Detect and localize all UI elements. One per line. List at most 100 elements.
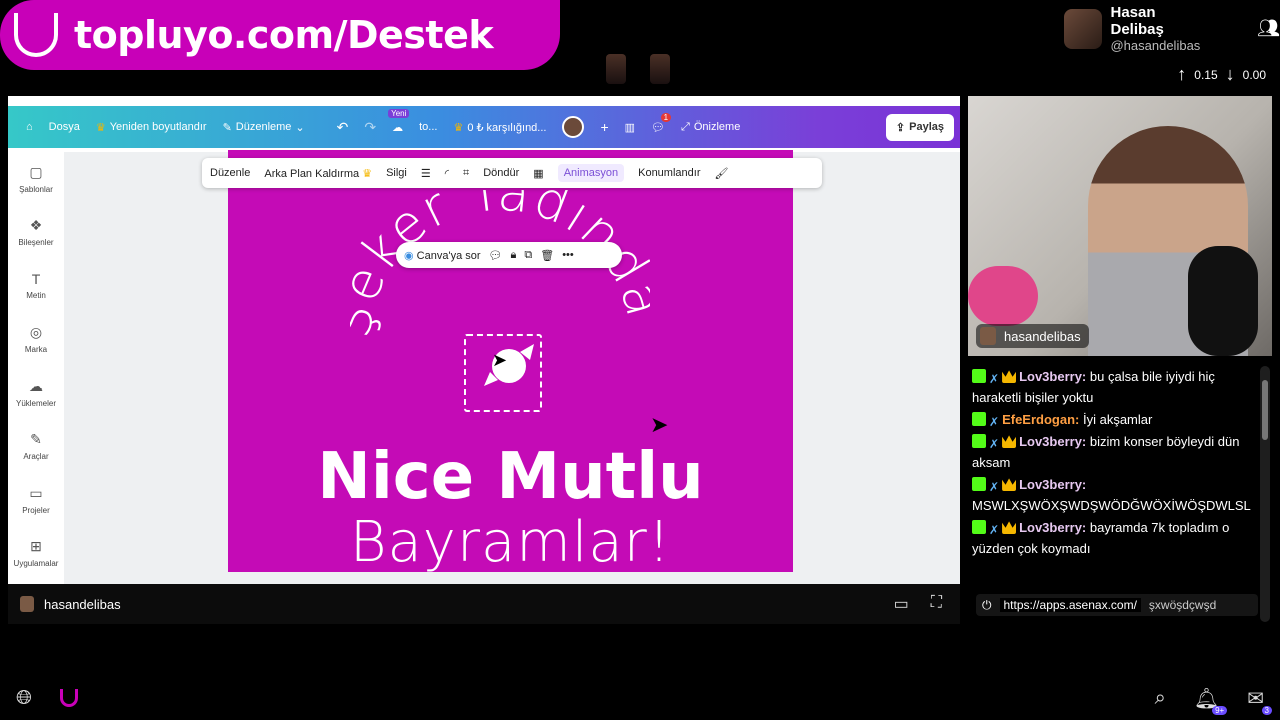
bottom-bar: 🌐︎ ⌕ 🔔︎ 9+ ✉ 3 <box>0 676 1280 720</box>
sword-badge-icon: ✗ <box>989 437 1000 451</box>
chat-scroll-thumb[interactable] <box>1262 380 1268 440</box>
chat-link-row[interactable]: ⏻ https://apps.asenax.com/ şxwöşdçwşd <box>976 594 1258 616</box>
text-icon: T <box>31 271 41 288</box>
corner-icon[interactable]: ◜ <box>445 167 449 180</box>
crown-badge-icon <box>1002 478 1017 491</box>
streamer-info[interactable]: Hasan Delibaş @hasandelibas 👥︎ <box>1064 4 1280 53</box>
credit-offer-label: 0 ₺ karşılığınd... <box>467 121 547 134</box>
tool-animation[interactable]: Animasyon <box>557 164 625 182</box>
sword-badge-icon: ✗ <box>989 372 1000 386</box>
sidebar-item[interactable]: ❖ Bileşenler <box>8 206 64 260</box>
comment-icon[interactable]: 💬︎ 1 <box>643 112 673 134</box>
sword-badge-icon: ✗ <box>989 480 1000 494</box>
mail-icon[interactable]: ✉ 3 <box>1247 686 1272 715</box>
webcam-feed <box>968 96 1272 356</box>
globe-icon[interactable]: 🌐︎ <box>16 687 32 710</box>
redo-icon[interactable]: ↷ <box>356 119 384 136</box>
crown-icon: ♛ <box>453 121 464 134</box>
mail-count: 3 <box>1261 705 1272 715</box>
chat-username[interactable]: EfeErdogan: <box>1002 412 1079 427</box>
bell-icon[interactable]: 🔔︎ 9+ <box>1194 686 1228 715</box>
comment-add-icon[interactable]: 💬︎ <box>489 249 503 262</box>
cursor-icon: ➤ <box>650 412 669 437</box>
chat-link-url[interactable]: https://apps.asenax.com/ <box>999 598 1141 612</box>
collaborator-avatar[interactable] <box>554 116 592 138</box>
sidebar-item-label: Marka <box>24 345 48 355</box>
chat-username[interactable]: Lov3berry: <box>1019 434 1086 449</box>
tool-edit[interactable]: Düzenle <box>210 167 250 179</box>
users-icon[interactable]: 👥︎ <box>1257 18 1280 39</box>
menu-editing[interactable]: ✎ Düzenleme ⌄ <box>215 121 313 134</box>
credit-offer[interactable]: ♛ 0 ₺ karşılığınd... <box>445 121 554 134</box>
arrow-down-icon: ↓ <box>1225 64 1235 84</box>
pencil-icon: ✎ <box>222 121 232 134</box>
brand-icon: ◎ <box>29 324 43 341</box>
pip-icon[interactable]: ▭ <box>894 594 909 614</box>
sidebar-item[interactable]: ▢ Şablonlar <box>8 152 64 206</box>
tool-bg-remove[interactable]: Arka Plan Kaldırma ♛ <box>264 167 372 180</box>
transparency-icon[interactable]: ▦ <box>533 167 543 180</box>
smile-logo-icon[interactable] <box>60 689 78 707</box>
menu-resize-label: Yeniden boyutlandır <box>109 121 207 133</box>
crop-icon[interactable]: ⌗ <box>463 167 469 180</box>
ask-canva-button[interactable]: ◉ Canva'ya sor <box>404 249 481 262</box>
canva-topbar: ⌂ Dosya ♛ Yeniden boyutlandır ✎ Düzenleme ⌄… <box>8 106 960 148</box>
sidebar-item-label: Şablonlar <box>19 184 53 194</box>
canva-sidebar: ▢ Şablonlar ❖ Bileşenler T Metin ◎ Marka ☁ Yüklem… <box>8 152 64 584</box>
selection-box[interactable] <box>464 334 542 412</box>
promo-banner: topluyo.com/Destek <box>0 0 560 70</box>
sidebar-item-label: Bileşenler <box>18 238 54 248</box>
pink-object <box>968 266 1038 326</box>
sidebar-item-label: Metin <box>26 291 46 301</box>
tool-position[interactable]: Konumlandır <box>638 167 700 179</box>
share-button[interactable]: ⇪ Paylaş <box>885 113 954 141</box>
owner-avatar <box>20 596 34 612</box>
undo-icon[interactable]: ↶ <box>329 119 357 136</box>
kick-badge-icon <box>972 477 986 491</box>
sidebar-item[interactable]: ▭ Projeler <box>8 473 64 527</box>
chat-username[interactable]: Lov3berry: <box>1019 520 1086 535</box>
cloud-save-icon[interactable]: ☁ Yeni <box>384 108 411 134</box>
folder-icon: ▭ <box>29 484 43 501</box>
sidebar-item[interactable]: ☁ Yüklemeler <box>8 366 64 420</box>
home-icon[interactable]: ⌂ <box>8 121 41 133</box>
smile-logo-icon <box>14 13 58 57</box>
new-badge: Yeni <box>388 108 410 118</box>
chat-username[interactable]: Lov3berry: <box>1019 477 1086 492</box>
chat-username[interactable]: Lov3berry: <box>1019 369 1086 384</box>
sidebar-item[interactable]: ✎ Araçlar <box>8 420 64 474</box>
search-icon[interactable]: ⌕ <box>1155 687 1166 710</box>
bell-count: 9+ <box>1212 705 1228 715</box>
sidebar-item[interactable]: ⊞ Uygulamalar <box>8 527 64 581</box>
project-title[interactable]: to... <box>411 121 445 133</box>
lock-icon[interactable]: 🔒︎ <box>511 249 517 262</box>
duplicate-icon[interactable]: ⧉ <box>524 249 532 262</box>
chart-icon[interactable]: ▥ <box>617 121 643 134</box>
fullscreen-icon[interactable]: ⛶ <box>931 594 942 614</box>
tool-rotate[interactable]: Döndür <box>483 167 519 179</box>
streamer-avatar[interactable] <box>1064 8 1103 49</box>
viewer-thumbnails <box>606 54 670 84</box>
more-icon[interactable]: ••• <box>562 249 574 261</box>
crown-badge-icon <box>1002 435 1017 448</box>
share-icon: ⇪ <box>895 121 906 134</box>
share-label: Paylaş <box>909 121 944 133</box>
headline-line2[interactable]: Bayramlar! <box>228 510 793 572</box>
paint-format-icon[interactable]: 🖌︎ <box>714 167 728 180</box>
headline-line1[interactable]: Nice Mutlu <box>228 440 793 514</box>
sparkle-icon: ◉ <box>404 249 414 262</box>
tool-eraser[interactable]: Silgi <box>386 167 407 179</box>
upload-rate: 0.15 <box>1194 67 1218 82</box>
trash-icon[interactable]: 🗑︎ <box>540 249 554 262</box>
link-icon: ⏻ <box>982 597 992 612</box>
menu-file[interactable]: Dosya <box>41 121 88 133</box>
sidebar-item[interactable]: T Metin <box>8 259 64 313</box>
preview-button[interactable]: ⤢ Önizleme <box>673 121 748 134</box>
design-canvas[interactable]: Şeker Tadında Nice Mutlu Bayramlar! <box>228 150 793 572</box>
add-icon[interactable]: + <box>592 119 616 135</box>
menu-resize[interactable]: ♛ Yeniden boyutlandır <box>88 121 215 134</box>
chat-message: ✗ Lov3berry: bizim konser böyleydi dün ak… <box>972 431 1254 473</box>
ask-canva-label: Canva'ya sor <box>416 249 481 262</box>
border-style-icon[interactable]: ☰ <box>421 167 431 180</box>
sidebar-item[interactable]: ◎ Marka <box>8 313 64 367</box>
